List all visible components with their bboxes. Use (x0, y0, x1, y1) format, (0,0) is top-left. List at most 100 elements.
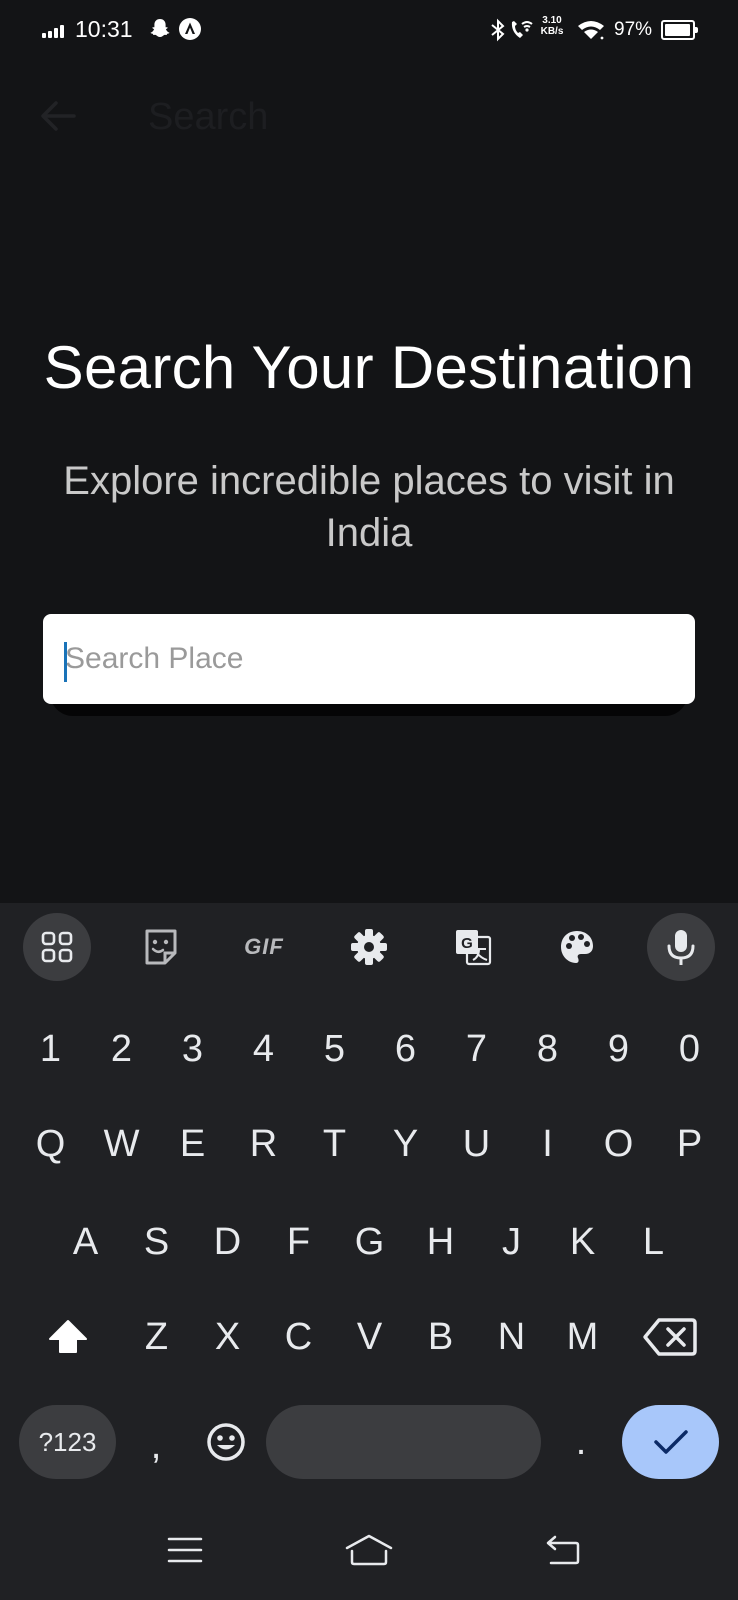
key-k[interactable]: K (547, 1202, 618, 1282)
key-1[interactable]: 1 (15, 1009, 86, 1089)
palette-icon (561, 931, 593, 963)
voice-input-button[interactable] (647, 913, 715, 981)
key-p[interactable]: P (654, 1104, 725, 1184)
backspace-key[interactable] (632, 1297, 708, 1377)
key-8[interactable]: 8 (512, 1009, 583, 1089)
app-bar-title: Search (148, 96, 269, 138)
key-b[interactable]: B (405, 1297, 476, 1377)
letter-row-3: Z X C V B N M (0, 1297, 738, 1377)
key-v[interactable]: V (334, 1297, 405, 1377)
bottom-row: ?123 , . (0, 1405, 738, 1485)
gif-button[interactable]: GIF (230, 913, 298, 981)
text-caret (64, 642, 67, 682)
bluetooth-icon (491, 18, 505, 42)
key-z[interactable]: Z (121, 1297, 192, 1377)
translate-icon: G (456, 930, 492, 966)
keyboard: G I F G 1 2 3 4 5 6 7 8 9 0 Q W E R T Y U … (0, 903, 738, 1600)
sticker-icon (145, 929, 177, 965)
grid-icon (41, 931, 73, 963)
wifi-icon (578, 21, 604, 40)
number-row: 1 2 3 4 5 6 7 8 9 0 (0, 1009, 738, 1089)
app-bar: Search (0, 70, 738, 160)
key-h[interactable]: H (405, 1202, 476, 1282)
key-d[interactable]: D (192, 1202, 263, 1282)
key-7[interactable]: 7 (441, 1009, 512, 1089)
checkmark-icon (653, 1430, 688, 1454)
shift-key[interactable] (30, 1297, 106, 1377)
key-3[interactable]: 3 (157, 1009, 228, 1089)
back-icon (546, 1535, 580, 1565)
svg-text:G: G (461, 935, 473, 952)
microphone-icon (667, 930, 695, 965)
theme-button[interactable] (543, 913, 611, 981)
done-key[interactable] (622, 1405, 719, 1479)
key-4[interactable]: 4 (228, 1009, 299, 1089)
space-key[interactable] (266, 1405, 541, 1479)
screen: 10:31 3.10 KB/s 97% Search Search Your D… (0, 0, 738, 1600)
key-9[interactable]: 9 (583, 1009, 654, 1089)
net-speed-unit: KB/s (540, 26, 564, 37)
search-input[interactable] (65, 614, 665, 704)
key-e[interactable]: E (157, 1104, 228, 1184)
page-title: Search Your Destination (43, 334, 695, 401)
key-6[interactable]: 6 (370, 1009, 441, 1089)
backspace-icon (643, 1318, 697, 1356)
key-5[interactable]: 5 (299, 1009, 370, 1089)
letter-row-2: A S D F G H J K L (0, 1202, 738, 1282)
battery-fill (665, 24, 691, 36)
home-button[interactable] (339, 1520, 399, 1580)
key-g[interactable]: G (334, 1202, 405, 1282)
period-key[interactable]: . (551, 1405, 611, 1479)
net-speed: 3.10 KB/s (537, 15, 567, 37)
menu-icon (167, 1537, 203, 1563)
shift-icon (49, 1320, 87, 1353)
key-0[interactable]: 0 (654, 1009, 725, 1089)
key-f[interactable]: F (263, 1202, 334, 1282)
snapchat-icon (150, 19, 170, 37)
key-t[interactable]: T (299, 1104, 370, 1184)
page-subtitle: Explore incredible places to visit in In… (63, 459, 675, 555)
apps-grid-button[interactable] (23, 913, 91, 981)
symbols-key[interactable]: ?123 (19, 1405, 116, 1479)
battery-icon (661, 20, 698, 40)
letter-row-1: Q W E R T Y U I O P (0, 1104, 738, 1184)
emoji-icon (207, 1423, 245, 1461)
arrow-left-icon[interactable] (38, 96, 78, 136)
notification-a-icon (179, 18, 201, 40)
key-n[interactable]: N (476, 1297, 547, 1377)
key-i[interactable]: I (512, 1104, 583, 1184)
signal-icon (42, 24, 64, 38)
navigation-bar (0, 1510, 738, 1600)
settings-button[interactable] (335, 913, 403, 981)
key-c[interactable]: C (263, 1297, 334, 1377)
net-speed-value: 3.10 (542, 15, 562, 26)
home-icon (345, 1534, 393, 1566)
sticker-button[interactable] (127, 913, 195, 981)
wifi-calling-icon (511, 21, 533, 38)
key-y[interactable]: Y (370, 1104, 441, 1184)
back-nav-button[interactable] (533, 1520, 593, 1580)
recents-button[interactable] (155, 1520, 215, 1580)
key-r[interactable]: R (228, 1104, 299, 1184)
translate-button[interactable]: G (439, 913, 507, 981)
key-l[interactable]: L (618, 1202, 689, 1282)
battery-percent: 97% (614, 19, 653, 40)
emoji-key[interactable] (191, 1405, 261, 1479)
gear-icon (351, 929, 387, 965)
keyboard-toolbar: GIF G (0, 903, 738, 993)
key-a[interactable]: A (50, 1202, 121, 1282)
status-time: 10:31 (75, 16, 133, 42)
key-u[interactable]: U (441, 1104, 512, 1184)
key-w[interactable]: W (86, 1104, 157, 1184)
status-bar: 10:31 3.10 KB/s 97% (0, 0, 738, 60)
key-2[interactable]: 2 (86, 1009, 157, 1089)
key-o[interactable]: O (583, 1104, 654, 1184)
key-j[interactable]: J (476, 1202, 547, 1282)
key-s[interactable]: S (121, 1202, 192, 1282)
key-x[interactable]: X (192, 1297, 263, 1377)
search-box[interactable] (43, 614, 695, 704)
key-m[interactable]: M (547, 1297, 618, 1377)
gif-label: GIF (244, 934, 284, 959)
key-q[interactable]: Q (15, 1104, 86, 1184)
comma-key[interactable]: , (126, 1405, 186, 1479)
